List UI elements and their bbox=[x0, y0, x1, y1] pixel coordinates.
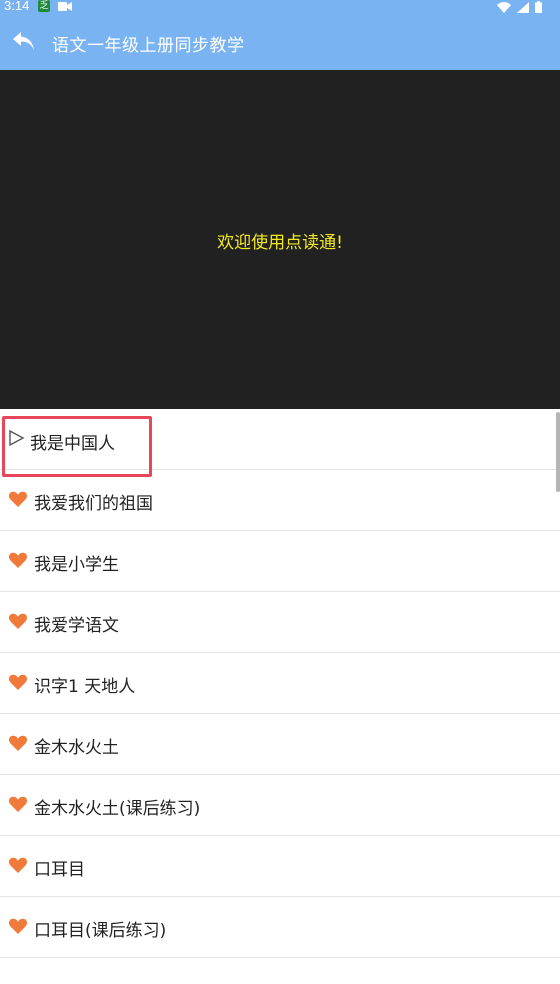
list-item[interactable]: 我是中国人 bbox=[0, 409, 560, 470]
list-item-label: 金木水火土(课后练习) bbox=[34, 799, 201, 819]
list-item-label: 识字1 天地人 bbox=[34, 677, 136, 697]
heart-icon bbox=[8, 613, 28, 629]
app-bar: 语文一年级上册同步教学 bbox=[0, 14, 560, 70]
lesson-list[interactable]: 我是中国人 我爱我们的祖国 我是小学生 我爱学语文 识字1 天地人 金木水火土 bbox=[0, 409, 560, 984]
status-time: 3:14 bbox=[4, 0, 30, 13]
app-notification-icon: 乏 bbox=[38, 0, 50, 12]
reader-player-area[interactable]: 欢迎使用点读通! bbox=[0, 70, 560, 409]
battery-icon bbox=[535, 1, 542, 13]
list-item-label: 我是小学生 bbox=[34, 555, 119, 575]
list-item-label: 口耳目(课后练习) bbox=[34, 921, 167, 941]
status-bar: 3:14 乏 bbox=[0, 0, 560, 14]
list-item[interactable]: 我是小学生 bbox=[0, 531, 560, 592]
heart-icon bbox=[8, 491, 28, 507]
heart-icon bbox=[8, 796, 28, 812]
list-item-label: 我爱学语文 bbox=[34, 616, 119, 636]
back-arrow-icon[interactable] bbox=[12, 30, 38, 54]
welcome-message: 欢迎使用点读通! bbox=[217, 233, 343, 253]
list-item-label: 我爱我们的祖国 bbox=[34, 494, 153, 514]
list-item[interactable]: 金木水火土(课后练习) bbox=[0, 775, 560, 836]
list-item-label: 我是中国人 bbox=[30, 434, 115, 454]
play-outline-icon bbox=[9, 429, 25, 447]
heart-icon bbox=[8, 552, 28, 568]
page-title: 语文一年级上册同步教学 bbox=[52, 36, 245, 56]
status-icons bbox=[497, 0, 542, 14]
heart-icon bbox=[8, 857, 28, 873]
heart-icon bbox=[8, 918, 28, 934]
heart-icon bbox=[8, 735, 28, 751]
list-item[interactable]: 我爱学语文 bbox=[0, 592, 560, 653]
scrollbar[interactable] bbox=[556, 412, 560, 492]
list-item[interactable]: 识字1 天地人 bbox=[0, 653, 560, 714]
list-item[interactable]: 口耳目(课后练习) bbox=[0, 897, 560, 958]
list-item-label: 口耳目 bbox=[34, 860, 85, 880]
list-item-label: 金木水火土 bbox=[34, 738, 119, 758]
list-item[interactable]: 金木水火土 bbox=[0, 714, 560, 775]
signal-icon bbox=[517, 1, 529, 13]
list-item[interactable]: 我爱我们的祖国 bbox=[0, 470, 560, 531]
camera-icon bbox=[58, 2, 72, 11]
heart-icon bbox=[8, 674, 28, 690]
list-item[interactable]: 口耳目 bbox=[0, 836, 560, 897]
wifi-icon bbox=[497, 1, 511, 13]
